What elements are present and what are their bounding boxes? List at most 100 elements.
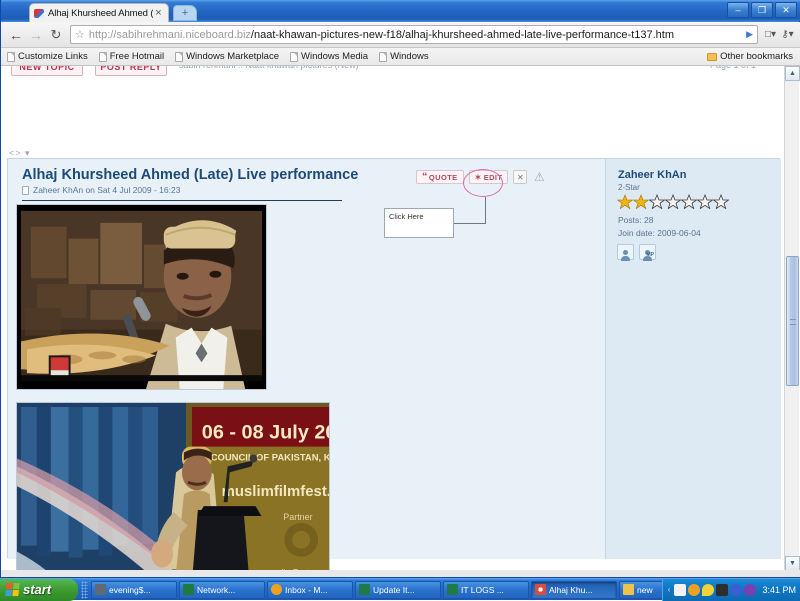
forward-icon[interactable]: → xyxy=(26,25,46,45)
taskbar-buttons: evening$... Network... Inbox - M... Upda… xyxy=(91,581,662,599)
scroll-up-icon[interactable]: ▲ xyxy=(785,66,800,81)
post-image-2[interactable]: 06 - 08 July 200 S COUNCIL OF PAKISTAN, … xyxy=(16,402,330,571)
quote-label: QUOTE xyxy=(429,173,458,182)
window-controls: – ❐ ✕ xyxy=(727,2,797,18)
horizontal-scrollbar[interactable] xyxy=(1,570,800,577)
windows-logo-icon xyxy=(5,583,19,596)
back-icon[interactable]: ← xyxy=(6,25,26,45)
author-column: Zaheer KhAn 2-Star Posts: 28 Join date: … xyxy=(605,159,781,559)
callout-connector-horizontal xyxy=(454,223,486,224)
taskbar-item-label: evening$... xyxy=(109,585,151,595)
tab-strip: Alhaj Khursheed Ahmed (L... × + xyxy=(1,0,800,22)
svg-text:Partner: Partner xyxy=(283,512,312,522)
taskbar-clock[interactable]: 3:41 PM xyxy=(762,585,796,595)
page-icon xyxy=(175,52,183,62)
other-bookmarks-button[interactable]: Other bookmarks xyxy=(707,51,793,62)
taskbar-item-label: Alhaj Khu... xyxy=(549,585,592,595)
bookmark-item[interactable]: Free Hotmail xyxy=(99,51,164,62)
delete-button[interactable]: ✕ xyxy=(513,170,527,184)
bookmark-item[interactable]: Windows xyxy=(379,51,429,62)
post-image-1[interactable] xyxy=(16,204,267,390)
bookmark-label: Windows xyxy=(390,51,429,62)
bookmark-item[interactable]: Windows Media xyxy=(290,51,368,62)
profile-icon[interactable] xyxy=(617,244,634,260)
breadcrumb[interactable]: sabih rehmani :: Naat khawan pictures (N… xyxy=(179,66,359,70)
wrench-menu-icon[interactable]: ⚷▾ xyxy=(779,25,796,45)
scrollbar-thumb[interactable] xyxy=(786,256,799,386)
taskbar-grip[interactable] xyxy=(81,581,88,599)
other-bookmarks-label: Other bookmarks xyxy=(720,51,793,62)
bookmark-item[interactable]: Customize Links xyxy=(7,51,88,62)
bookmark-star-icon[interactable]: ☆ xyxy=(75,28,85,41)
media-icon[interactable] xyxy=(716,584,728,596)
app-icon xyxy=(447,584,458,595)
star-empty-icon xyxy=(665,194,681,209)
browser-toolbar: ← → ↻ ☆ http://sabihrehmani.niceboard.bi… xyxy=(1,22,800,48)
browser-tab[interactable]: Alhaj Khursheed Ahmed (L... × xyxy=(29,3,169,22)
edit-star-icon: ✶ xyxy=(475,173,482,182)
taskbar-item-label: IT LOGS ... xyxy=(461,585,504,595)
forum-topic-header-clipped: NEW TOPIC POST REPLY sabih rehmani :: Na… xyxy=(1,66,786,78)
taskbar-item[interactable]: evening$... xyxy=(91,581,177,599)
taskbar-item[interactable]: Update It... xyxy=(355,581,441,599)
edit-button[interactable]: ✶ EDIT xyxy=(469,170,509,184)
mail-icon[interactable] xyxy=(674,584,686,596)
taskbar-item[interactable]: new xyxy=(619,581,662,599)
star-empty-icon xyxy=(649,194,665,209)
private-message-icon[interactable]: MP xyxy=(639,244,656,260)
page-icon xyxy=(99,52,107,62)
author-buttons: MP xyxy=(617,244,656,260)
window-close-icon[interactable]: ✕ xyxy=(775,2,797,18)
messenger-icon[interactable] xyxy=(688,584,700,596)
post-reply-button[interactable]: POST REPLY xyxy=(95,66,167,76)
app-icon xyxy=(271,584,282,595)
taskbar-item-label: Network... xyxy=(197,585,235,595)
chevron-left-icon[interactable]: ‹ xyxy=(668,585,671,594)
author-post-count: Posts: 28 xyxy=(618,214,701,227)
taskbar-item-active[interactable]: Alhaj Khu... xyxy=(531,581,617,599)
notification-icon[interactable] xyxy=(702,584,714,596)
bookmark-item[interactable]: Windows Marketplace xyxy=(175,51,279,62)
taskbar-item-label: Update It... xyxy=(373,585,415,595)
page-title: Alhaj Khursheed Ahmed (Late) Live perfor… xyxy=(22,167,358,183)
page-icon xyxy=(7,52,15,62)
khursheed-ahmed-video-still xyxy=(17,205,266,389)
new-topic-button[interactable]: NEW TOPIC xyxy=(11,66,83,76)
close-icon[interactable]: × xyxy=(153,8,164,19)
tab-title: Alhaj Khursheed Ahmed (L... xyxy=(48,8,153,19)
scroll-down-icon[interactable]: ▼ xyxy=(785,556,800,571)
report-icon[interactable]: ⚠ xyxy=(532,170,546,184)
post-actions: “ QUOTE ✶ EDIT ✕ ⚠ xyxy=(416,170,546,184)
taskbar-item[interactable]: Inbox - M... xyxy=(267,581,353,599)
minimize-icon[interactable]: – xyxy=(727,2,749,18)
app-icon xyxy=(95,584,106,595)
new-tab-button[interactable]: + xyxy=(173,5,197,21)
forum-page: NEW TOPIC POST REPLY sabih rehmani :: Na… xyxy=(1,66,786,571)
star-empty-icon xyxy=(697,194,713,209)
start-button[interactable]: start xyxy=(0,579,78,601)
taskbar-item[interactable]: Network... xyxy=(179,581,265,599)
reload-icon[interactable]: ↻ xyxy=(46,25,66,45)
edit-label: EDIT xyxy=(484,173,503,182)
address-bar[interactable]: ☆ http://sabihrehmani.niceboard.biz/naat… xyxy=(70,25,758,44)
author-name[interactable]: Zaheer KhAn xyxy=(618,169,686,181)
title-bar: Alhaj Khursheed Ahmed (L... × + – ❐ ✕ xyxy=(1,0,800,21)
bookmark-label: Free Hotmail xyxy=(110,51,164,62)
bookmarks-bar: Customize Links Free Hotmail Windows Mar… xyxy=(1,48,800,66)
page-menu-icon[interactable]: □▾ xyxy=(762,25,779,45)
star-filled-icon xyxy=(617,194,633,209)
bookmark-label: Customize Links xyxy=(18,51,88,62)
network-icon[interactable] xyxy=(730,584,742,596)
go-icon[interactable]: ▶ xyxy=(740,29,753,40)
svg-text:muslimfilmfest.c: muslimfilmfest.c xyxy=(222,484,329,500)
vertical-scrollbar[interactable]: ▲ ▼ xyxy=(784,66,799,571)
app-icon xyxy=(359,584,370,595)
maximize-icon[interactable]: ❐ xyxy=(751,2,773,18)
taskbar-item[interactable]: IT LOGS ... xyxy=(443,581,529,599)
author-join-date: Join date: 2009-06-04 xyxy=(618,227,701,240)
svg-text:06 - 08 July 200: 06 - 08 July 200 xyxy=(202,422,329,444)
quote-button[interactable]: “ QUOTE xyxy=(416,170,464,184)
antivirus-icon[interactable] xyxy=(744,584,756,596)
divider xyxy=(22,200,342,201)
post-body: Alhaj Khursheed Ahmed (Late) Live perfor… xyxy=(8,159,605,559)
